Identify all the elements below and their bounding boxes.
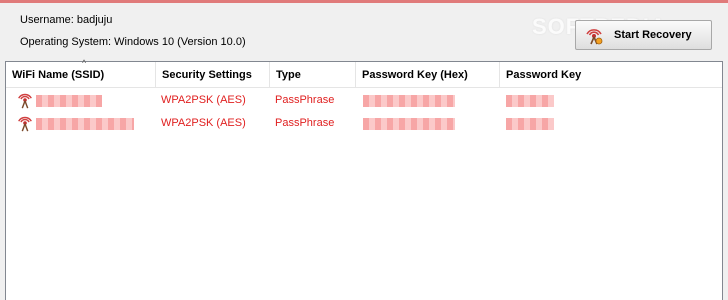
security-cell: WPA2PSK (AES) xyxy=(161,94,246,106)
wifi-list[interactable]: ^ WiFi Name (SSID) Security Settings Typ… xyxy=(5,60,723,300)
type-cell: PassPhrase xyxy=(275,94,335,106)
column-header-key[interactable]: Password Key xyxy=(500,62,722,87)
column-header-hex[interactable]: Password Key (Hex) xyxy=(356,62,500,87)
column-header-security-label: Security Settings xyxy=(162,69,252,81)
hex-key-redacted xyxy=(363,95,455,107)
ssid-redacted xyxy=(36,95,102,107)
column-header-type-label: Type xyxy=(276,69,301,81)
password-key-redacted xyxy=(506,118,554,130)
table-row[interactable]: WPA2PSK (AES) PassPhrase xyxy=(6,113,722,133)
wifi-network-icon xyxy=(18,116,32,132)
column-header-ssid-label: WiFi Name (SSID) xyxy=(12,69,105,81)
password-key-redacted xyxy=(506,95,554,107)
hex-key-redacted xyxy=(363,118,455,130)
security-cell: WPA2PSK (AES) xyxy=(161,117,246,129)
type-cell: PassPhrase xyxy=(275,117,335,129)
list-header: ^ WiFi Name (SSID) Security Settings Typ… xyxy=(6,60,722,88)
column-header-type[interactable]: Type xyxy=(270,62,356,87)
column-header-security[interactable]: Security Settings xyxy=(156,62,270,87)
column-header-ssid[interactable]: ^ WiFi Name (SSID) xyxy=(6,60,156,87)
wifi-recovery-icon xyxy=(586,29,603,45)
start-recovery-button[interactable]: Start Recovery xyxy=(575,20,712,50)
table-row[interactable]: WPA2PSK (AES) PassPhrase xyxy=(6,90,722,110)
wifi-network-icon xyxy=(18,93,32,109)
window-top-border xyxy=(0,0,728,3)
ssid-redacted xyxy=(36,118,134,130)
column-header-key-label: Password Key xyxy=(506,69,582,81)
os-label: Operating System: Windows 10 (Version 10… xyxy=(20,36,246,48)
start-recovery-label: Start Recovery xyxy=(614,29,692,41)
username-label: Username: badjuju xyxy=(20,14,113,26)
sort-ascending-icon: ^ xyxy=(82,60,87,67)
column-header-hex-label: Password Key (Hex) xyxy=(362,69,468,81)
